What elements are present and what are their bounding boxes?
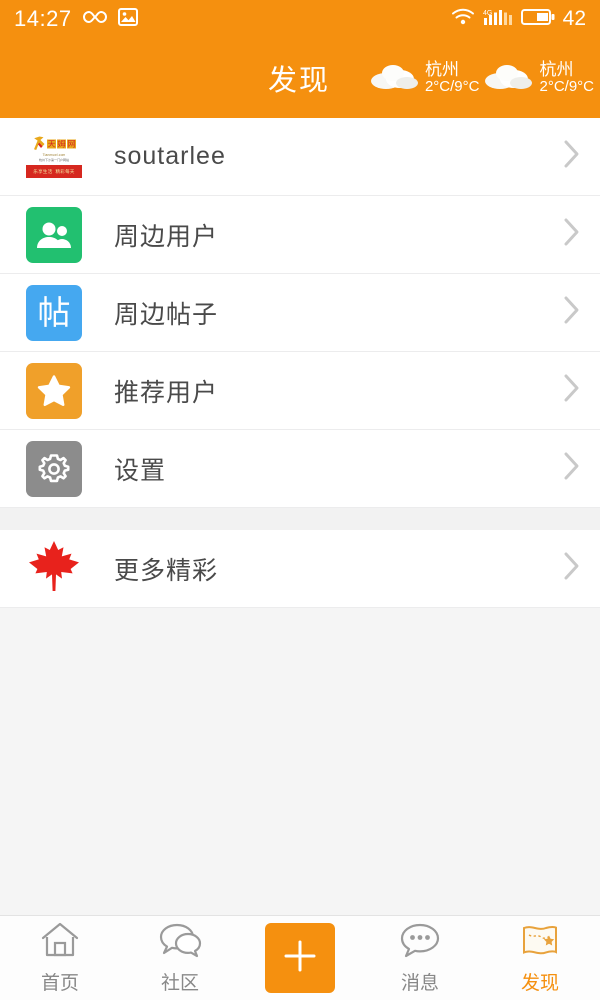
list-item-icon (22, 541, 86, 597)
gear-icon (26, 440, 82, 497)
app-header: 发现 杭州 2°C/9°C 杭州 2°C/9°C (0, 38, 600, 118)
list-item[interactable]: 推荐用户 (0, 352, 600, 430)
list-item[interactable]: 天 姆 网 Tianmuwl.com 杭州下沙第一门户网站 乐享生活 精彩每天 … (0, 118, 600, 196)
list-item-icon: 帖 (22, 284, 86, 341)
tab-discover[interactable]: 发现 (480, 916, 600, 1000)
list-item-label: 周边用户 (114, 222, 219, 251)
post-icon-glyph: 帖 (37, 293, 71, 332)
status-bar-left: 14:27 (14, 6, 138, 32)
gallery-icon (117, 7, 138, 31)
brand-logo-mark: 天 姆 网 (33, 135, 76, 152)
brand-logo: 天 姆 网 Tianmuwl.com 杭州下沙第一门户网站 乐享生活 精彩每天 (24, 130, 84, 183)
tab-messages[interactable]: 消息 (360, 916, 480, 1000)
signal-4g-icon: 4G (483, 7, 513, 32)
tab-community[interactable]: 社区 (120, 916, 240, 1000)
status-time: 14:27 (14, 6, 72, 31)
tab-label: 社区 (160, 973, 199, 994)
weather-widgets: 杭州 2°C/9°C 杭州 2°C/9°C (367, 59, 600, 98)
home-icon (40, 921, 80, 964)
brand-band-text-1: 乐享生活 (33, 168, 53, 174)
list-item-label: soutarlee (114, 142, 226, 170)
plus-icon (280, 936, 320, 981)
tab-create[interactable] (240, 916, 360, 1000)
page-title: 发现 (268, 65, 331, 97)
list-item[interactable]: 更多精彩 (0, 530, 600, 608)
cloud-icon (483, 59, 535, 98)
list-item[interactable]: 设置 (0, 430, 600, 508)
list-item-label: 周边帖子 (114, 300, 219, 329)
weather-temp: 2°C/9°C (424, 78, 480, 96)
wifi-icon (451, 8, 475, 31)
list-item-icon (22, 362, 86, 419)
list-item-icon (22, 440, 86, 497)
brand-logo-icon: 天 姆 网 Tianmuwl.com 杭州下沙第一门户网站 乐享生活 精彩每天 (22, 129, 86, 185)
weather-text: 杭州 2°C/9°C (539, 60, 594, 96)
infinity-icon (82, 9, 108, 30)
weather-text: 杭州 2°C/9°C (425, 60, 480, 96)
status-bar-right: 4G 42 (451, 7, 586, 32)
message-dots-icon (399, 921, 441, 964)
weather-widget[interactable]: 杭州 2°C/9°C (481, 59, 596, 98)
list-item-label: 更多精彩 (114, 556, 219, 585)
list-item[interactable]: 帖 周边帖子 (0, 274, 600, 352)
people-icon (26, 206, 82, 263)
map-icon (519, 921, 561, 964)
battery-percent: 42 (562, 7, 586, 30)
svg-text:姆: 姆 (57, 139, 65, 149)
svg-text:天: 天 (47, 139, 55, 149)
bottom-tab-bar: 首页 社区 消息 发现 (0, 915, 600, 1000)
weather-temp: 2°C/9°C (539, 78, 594, 96)
tab-label: 首页 (40, 973, 79, 994)
list-item[interactable]: 周边用户 (0, 196, 600, 274)
chevron-right-icon (562, 216, 582, 253)
tab-home[interactable]: 首页 (0, 916, 120, 1000)
list-item-label: 推荐用户 (114, 378, 219, 407)
weather-widget[interactable]: 杭州 2°C/9°C (367, 59, 482, 98)
chevron-right-icon (562, 294, 582, 331)
maple-leaf-icon (25, 537, 83, 600)
svg-text:网: 网 (67, 139, 75, 149)
chevron-right-icon (562, 138, 582, 175)
brand-band-text-2: 精彩每天 (55, 168, 75, 174)
discover-list-primary: 天 姆 网 Tianmuwl.com 杭州下沙第一门户网站 乐享生活 精彩每天 … (0, 118, 600, 508)
weather-city: 杭州 (424, 60, 459, 80)
weather-city: 杭州 (539, 60, 574, 80)
tab-label: 消息 (400, 973, 439, 994)
chevron-right-icon (562, 450, 582, 487)
chevron-right-icon (562, 372, 582, 409)
list-item-label: 设置 (114, 456, 167, 485)
tab-label: 发现 (520, 973, 559, 994)
brand-word: 天 姆 网 (46, 139, 76, 149)
post-icon: 帖 (26, 284, 82, 341)
chevron-right-icon (562, 550, 582, 587)
cloud-icon (369, 59, 421, 98)
battery-icon (520, 8, 555, 31)
list-item-icon (22, 206, 86, 263)
star-icon (26, 362, 82, 419)
brand-band: 乐享生活 精彩每天 (26, 165, 82, 178)
section-divider (0, 508, 600, 530)
discover-list-secondary: 更多精彩 (0, 530, 600, 608)
add-button[interactable] (265, 923, 335, 993)
brand-tagline: 杭州下沙第一门户网站 (38, 158, 69, 162)
brand-figure-icon (33, 136, 44, 150)
brand-site: Tianmuwl.com (42, 153, 66, 157)
empty-content-area (0, 608, 600, 915)
status-bar: 14:27 4G 42 (0, 0, 600, 38)
chat-bubbles-icon (158, 921, 202, 964)
app-screen: 14:27 4G 42 发现 杭州 2°C/9°C 杭州 2°C/9°C 天 姆… (0, 0, 600, 1000)
